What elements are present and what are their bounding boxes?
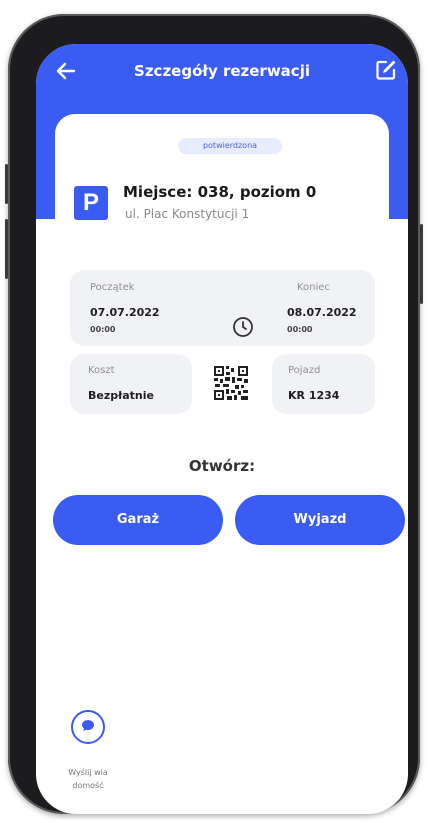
cost-value: Bezpłatnie — [88, 389, 154, 402]
start-date: 07.07.2022 — [90, 306, 160, 319]
clock-icon — [233, 317, 253, 337]
phone-frame: Szczegóły rezerwacji potwierdzona P Miej… — [5, 14, 423, 814]
phone-side-button — [5, 164, 8, 204]
send-message-label: Wyślij wia domość — [56, 766, 120, 792]
send-message-label-line1: Wyślij wia — [68, 768, 108, 777]
parking-icon: P — [74, 186, 108, 220]
page-title: Szczegóły rezerwacji — [134, 62, 310, 80]
start-label: Początek — [90, 282, 135, 293]
end-label: Koniec — [297, 282, 330, 293]
send-message-button[interactable] — [71, 710, 105, 744]
exit-button[interactable]: Wyjazd — [235, 495, 405, 545]
cost-label: Koszt — [88, 365, 115, 376]
vehicle-label: Pojazd — [288, 365, 321, 376]
end-time: 00:00 — [287, 325, 313, 334]
chat-bubble-icon — [82, 720, 94, 731]
phone-power-button — [420, 224, 423, 304]
cost-box — [70, 354, 192, 414]
vehicle-value: KR 1234 — [288, 389, 340, 402]
end-date: 08.07.2022 — [287, 306, 357, 319]
phone-volume-button — [5, 219, 8, 279]
place-title: Miejsce: 038, poziom 0 — [123, 183, 317, 201]
qr-code-icon[interactable] — [213, 365, 249, 401]
open-section-title: Otwórz: — [188, 457, 256, 475]
garage-button[interactable]: Garaż — [53, 495, 223, 545]
start-time: 00:00 — [90, 325, 116, 334]
reservation-card: potwierdzona P Miejsce: 038, poziom 0 ul… — [55, 114, 389, 274]
app-screen: Szczegóły rezerwacji potwierdzona P Miej… — [36, 44, 408, 814]
send-message-label-line2: domość — [72, 781, 104, 790]
status-badge: potwierdzona — [178, 138, 282, 154]
vehicle-box — [272, 354, 375, 414]
place-address: ul. Plac Konstytucji 1 — [125, 207, 250, 221]
edit-icon[interactable] — [374, 58, 398, 82]
